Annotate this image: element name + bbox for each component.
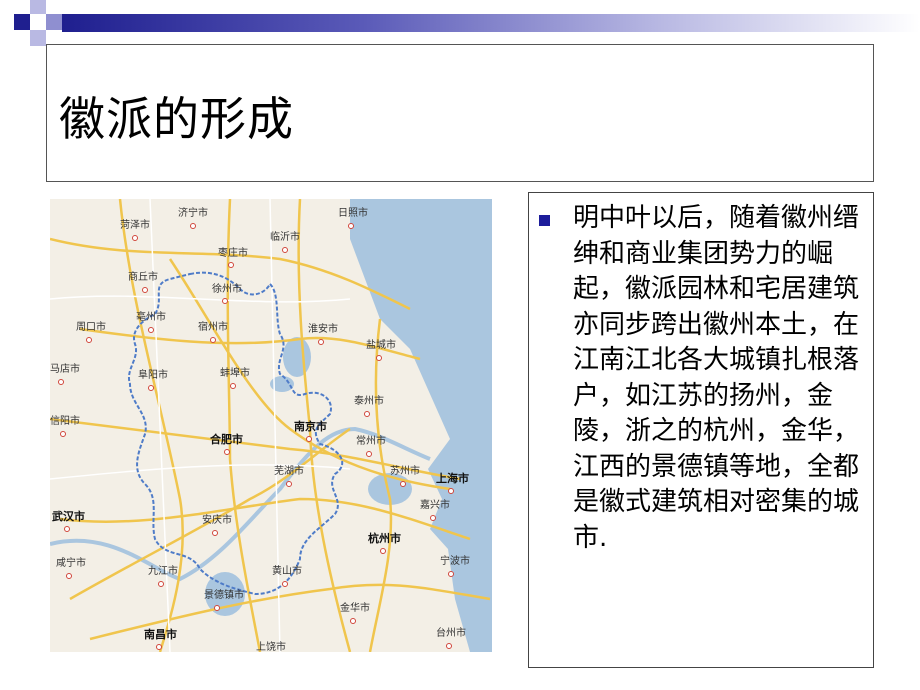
city-label: 金华市	[340, 603, 370, 614]
city-dot	[350, 618, 356, 624]
city-dot	[214, 605, 220, 611]
city-label: 宿州市	[198, 322, 228, 333]
city-dot	[60, 431, 66, 437]
city-dot	[380, 548, 386, 554]
city-label: 咸宁市	[56, 558, 86, 569]
city-dot	[228, 262, 234, 268]
slide-title: 徽派的形成	[59, 92, 294, 146]
city-label: 济宁市	[178, 208, 208, 219]
corner-square-dark	[14, 14, 30, 30]
body-paragraph: 明中叶以后，随着徽州缙绅和商业集团势力的崛起，徽派园林和宅居建筑亦同步跨出徽州本…	[573, 203, 860, 553]
city-dot	[448, 571, 454, 577]
city-label: 临沂市	[270, 232, 300, 243]
city-dot	[282, 581, 288, 587]
region-map: 菏泽市 济宁市 日照市 枣庄市 临沂市 商丘市 徐州市 亳州市 宿州市 淮安市 …	[50, 199, 492, 652]
city-dot	[400, 481, 406, 487]
title-box: 徽派的形成	[46, 44, 874, 182]
city-dot	[282, 247, 288, 253]
corner-square-light	[46, 14, 62, 30]
city-label: 信阳市	[50, 416, 80, 427]
city-dot	[222, 298, 228, 304]
city-label: 周口市	[76, 322, 106, 333]
city-label: 合肥市	[210, 433, 243, 446]
city-dot	[430, 515, 436, 521]
city-label: 芜湖市	[274, 466, 304, 477]
city-label: 上海市	[436, 472, 469, 485]
city-label: 南京市	[294, 420, 327, 433]
city-dot	[318, 339, 324, 345]
city-label: 安庆市	[202, 515, 232, 526]
city-dot	[212, 530, 218, 536]
city-dot	[132, 235, 138, 241]
city-label: 武汉市	[52, 510, 85, 523]
city-label: 马店市	[50, 364, 80, 375]
city-label: 蚌埠市	[220, 368, 250, 379]
city-label: 常州市	[356, 436, 386, 447]
city-label: 九江市	[148, 566, 178, 577]
lake	[283, 337, 311, 377]
city-label: 上饶市	[256, 642, 286, 653]
city-dot	[364, 411, 370, 417]
city-label: 淮安市	[308, 324, 338, 335]
city-dot	[230, 383, 236, 389]
city-dot	[210, 337, 216, 343]
city-dot	[156, 644, 162, 650]
city-dot	[148, 385, 154, 391]
city-dot	[348, 223, 354, 229]
city-label: 南昌市	[144, 628, 177, 641]
city-dot	[376, 355, 382, 361]
city-dot	[446, 643, 452, 649]
city-label: 杭州市	[368, 532, 401, 545]
city-label: 苏州市	[390, 466, 420, 477]
city-dot	[142, 287, 148, 293]
city-label: 宁波市	[440, 556, 470, 567]
city-label: 阜阳市	[138, 370, 168, 381]
city-dot	[66, 573, 72, 579]
text-box: 明中叶以后，随着徽州缙绅和商业集团势力的崛起，徽派园林和宅居建筑亦同步跨出徽州本…	[528, 192, 874, 668]
header-gradient-bar	[62, 14, 920, 32]
map-graphic	[50, 199, 492, 652]
city-label: 台州市	[436, 628, 466, 639]
corner-square-light	[30, 0, 46, 14]
city-dot	[86, 337, 92, 343]
city-dot	[286, 481, 292, 487]
city-label: 嘉兴市	[420, 500, 450, 511]
city-label: 黄山市	[272, 566, 302, 577]
city-label: 泰州市	[354, 396, 384, 407]
city-label: 徐州市	[212, 284, 242, 295]
corner-square-light	[30, 30, 46, 46]
city-dot	[58, 379, 64, 385]
city-dot	[190, 223, 196, 229]
city-label: 亳州市	[136, 312, 166, 323]
city-label: 日照市	[338, 208, 368, 219]
city-dot	[148, 327, 154, 333]
city-dot	[448, 488, 454, 494]
city-dot	[158, 581, 164, 587]
city-label: 商丘市	[128, 272, 158, 283]
city-dot	[366, 451, 372, 457]
square-bullet-icon	[539, 215, 550, 226]
city-dot	[64, 526, 70, 532]
city-label: 盐城市	[366, 340, 396, 351]
city-label: 菏泽市	[120, 220, 150, 231]
city-label: 枣庄市	[218, 248, 248, 259]
city-dot	[224, 449, 230, 455]
city-label: 景德镇市	[204, 590, 244, 601]
city-dot	[306, 436, 312, 442]
